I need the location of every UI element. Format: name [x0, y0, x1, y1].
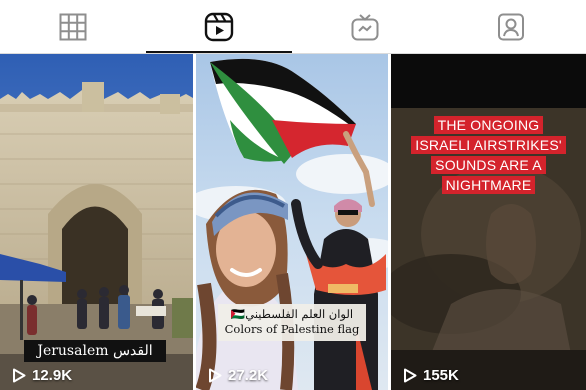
reels-icon [204, 12, 234, 41]
view-count: 155K [403, 367, 459, 384]
view-count-label: 155K [423, 367, 459, 384]
tab-reels[interactable] [146, 0, 292, 53]
view-count-label: 12.9K [32, 367, 73, 384]
tab-grid[interactable] [0, 0, 146, 53]
headline-line-3: SOUNDS ARE A [431, 156, 546, 175]
view-count-label: 27.2K [228, 367, 269, 384]
play-icon [404, 368, 417, 383]
reel-tile-jerusalem[interactable]: Jerusalem القدس 12.9K [0, 54, 193, 390]
headline-line-4: NIGHTMARE [441, 176, 536, 195]
igtv-icon [351, 13, 379, 40]
tagged-user-icon [498, 13, 524, 40]
play-icon [13, 368, 26, 383]
profile-tab-bar [0, 0, 586, 54]
dark-room-thumbnail [391, 54, 586, 390]
play-icon [209, 368, 222, 383]
reel-caption: 🇵🇸الوان العلم الفلسطيني Colors of Palest… [218, 304, 366, 341]
view-count: 12.9K [12, 367, 72, 384]
reel-caption: Jerusalem القدس [24, 340, 166, 362]
tab-tagged[interactable] [438, 0, 584, 53]
grid-icon [59, 13, 87, 40]
tab-igtv[interactable] [292, 0, 438, 53]
active-tab-indicator [146, 51, 292, 53]
caption-english-line: Colors of Palestine flag [224, 321, 360, 336]
reels-grid: Jerusalem القدس 12.9K 🇵🇸الوان العلم الفل… [0, 54, 586, 390]
headline-line-2: ISRAELI AIRSTRIKES' [411, 136, 566, 155]
view-count: 27.2K [208, 367, 268, 384]
caption-arabic-line: 🇵🇸الوان العلم الفلسطيني [230, 307, 354, 321]
reel-tile-palestine-flag[interactable]: 🇵🇸الوان العلم الفلسطيني Colors of Palest… [196, 54, 388, 390]
headline-line-1: THE ONGOING [433, 116, 544, 135]
reel-tile-airstrikes[interactable]: THE ONGOING ISRAELI AIRSTRIKES' SOUNDS A… [391, 54, 586, 390]
reel-headline: THE ONGOING ISRAELI AIRSTRIKES' SOUNDS A… [391, 116, 586, 195]
